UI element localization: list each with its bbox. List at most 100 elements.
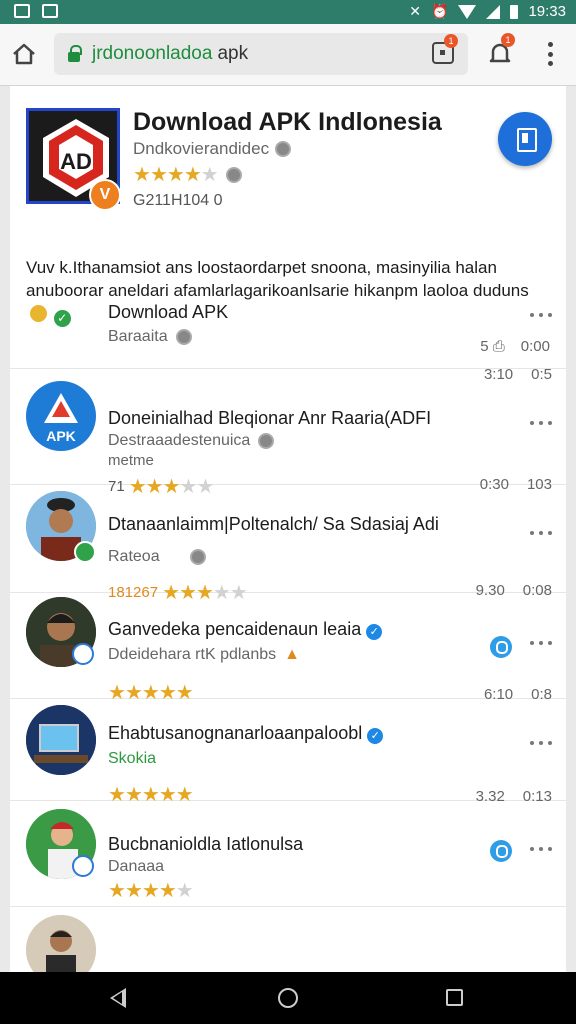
- verified-icon: ✓: [366, 624, 383, 640]
- tabs-button[interactable]: 1: [432, 34, 458, 64]
- item-subtitle: Ddeidehara rtK pdlanbs ▲: [108, 646, 300, 664]
- star-icon: ★: [124, 880, 143, 902]
- globe-icon: [258, 433, 275, 449]
- featured-app-card[interactable]: AD V Download APK Indlonesia Dndkovieran…: [10, 86, 566, 369]
- bookmark-button[interactable]: [498, 112, 552, 166]
- notifications-button[interactable]: 1: [487, 33, 515, 67]
- star-icon: ★: [183, 164, 202, 186]
- check-badge-icon: [72, 643, 94, 665]
- alarm-icon: ⏰: [431, 3, 449, 19]
- item-title: Ehabtusanognanarloaanpaloobl ✓: [108, 723, 384, 744]
- item-stats: 3.32 0:13: [476, 788, 552, 805]
- item-rating: ★★★★★: [108, 680, 194, 705]
- item-rating: 181267 ★★★★★: [108, 580, 248, 605]
- description-text: Vuv k.Ithanamsiot ans loostaordarpet sno…: [26, 258, 529, 300]
- star-icon: ★: [158, 880, 177, 902]
- recents-icon[interactable]: [446, 989, 463, 1006]
- share-icon[interactable]: ⎙: [493, 338, 505, 355]
- item-subtitle: Baraaita: [108, 328, 192, 346]
- rating-count: 71: [108, 478, 125, 495]
- item-subtitle-text: Rateoa: [108, 548, 160, 565]
- star-rating: ★★★★★: [133, 162, 219, 187]
- battery-icon: [510, 4, 519, 19]
- star-icon: ★: [145, 476, 164, 498]
- item-stat: 3.32: [475, 788, 505, 805]
- gallery-notification-icon: [42, 4, 58, 18]
- item-title-text: Ganvedeka pencaidenaun leaia: [108, 619, 362, 639]
- apk-logo-icon: APK: [28, 383, 94, 449]
- more-options-button[interactable]: [530, 846, 552, 852]
- computer-photo-icon: [26, 705, 96, 775]
- home-icon[interactable]: [10, 40, 38, 68]
- star-rating: ★★★★★: [108, 680, 194, 705]
- tab-dot-icon: [440, 50, 445, 55]
- list-item[interactable]: Bucbnanioldla Iatlonulsa Danaaa ★★★★★: [10, 834, 566, 972]
- star-icon: ★: [175, 682, 194, 704]
- item-subtitle: Rateoa: [108, 548, 206, 566]
- item-title: Doneinialhad Bleqionar Anr Raaria(ADFI: [108, 408, 432, 428]
- share-count-value: 5: [480, 338, 489, 355]
- chat-button[interactable]: [490, 636, 512, 658]
- star-empty-icon: ★: [179, 476, 198, 498]
- item-subtitle: Destraaadestenuica: [108, 432, 275, 450]
- more-options-button[interactable]: [530, 740, 552, 746]
- star-icon: ★: [195, 582, 214, 604]
- star-icon: ★: [141, 880, 160, 902]
- star-rating: ★★★★★: [162, 580, 248, 605]
- star-icon: ★: [158, 682, 177, 704]
- mute-icon: ✕: [409, 3, 422, 19]
- star-icon: ★: [166, 164, 185, 186]
- globe-icon: [225, 166, 242, 183]
- rating-count: 181267: [108, 584, 159, 601]
- star-icon: ★: [149, 164, 168, 186]
- item-title: Dtanaanlaimm|Poltenalch/ Sa Sdasiaj Adi: [108, 514, 439, 534]
- list-item[interactable]: Ganvedeka pencaidenaun leaia ✓ Ddeidehar…: [10, 619, 566, 801]
- item-stat: 6:10: [483, 686, 514, 703]
- app-meta: G211H104 0: [133, 192, 223, 209]
- tabs-badge: 1: [444, 34, 458, 48]
- overflow-menu-button[interactable]: [546, 42, 554, 66]
- star-icon: ★: [124, 682, 143, 704]
- more-options-button[interactable]: [530, 420, 552, 426]
- verified-icon: ✓: [367, 728, 384, 744]
- item-stats: 6:10 0:8: [484, 686, 552, 703]
- list-item[interactable]: Doneinialhad Bleqionar Anr Raaria(ADFI D…: [10, 408, 566, 593]
- item-stat: 0:5: [531, 366, 552, 383]
- star-icon: ★: [158, 784, 177, 806]
- more-options-button[interactable]: [530, 640, 552, 646]
- item-stat: 0:08: [522, 582, 552, 599]
- more-options-button[interactable]: [530, 312, 552, 318]
- hand-emoji-icon: ▲: [284, 646, 300, 663]
- star-icon: ★: [133, 164, 151, 186]
- app-description: Vuv k.Ithanamsiot ans loostaordarpet sno…: [26, 256, 546, 327]
- star-rating: ★★★★★: [129, 474, 215, 499]
- star-rating: ★★★★★: [108, 878, 194, 903]
- address-bar[interactable]: jrdonoonladoa apk: [54, 33, 468, 75]
- item-stats: 3:10 0:5: [484, 366, 552, 383]
- item-subtitle-2: metme: [108, 452, 154, 469]
- avatar: APK: [26, 381, 96, 451]
- avatar: [26, 705, 96, 775]
- app-developer: Dndkovierandidec: [133, 139, 292, 159]
- item-rating: 71 ★★★★★: [108, 474, 215, 499]
- more-options-button[interactable]: [530, 530, 552, 536]
- url-host: jrdonoonladoa: [92, 43, 213, 64]
- back-icon[interactable]: [110, 988, 126, 1008]
- home-circle-icon[interactable]: [278, 988, 298, 1008]
- star-empty-icon: ★: [212, 582, 231, 604]
- signal-icon: [486, 4, 501, 19]
- check-badge-icon: [72, 855, 94, 877]
- browser-toolbar: jrdonoonladoa apk 1 1: [0, 24, 576, 86]
- item-stat: 0:13: [522, 788, 552, 805]
- star-empty-icon: ★: [175, 880, 194, 902]
- star-icon: ★: [179, 582, 197, 604]
- item-stat: 0:8: [531, 686, 552, 703]
- app-rating: ★★★★★: [133, 162, 242, 187]
- share-count: 5 ⎙: [480, 338, 505, 355]
- globe-icon: [275, 141, 292, 157]
- item-rating: ★★★★★: [108, 878, 194, 903]
- check-icon: ✓: [53, 310, 71, 327]
- chat-button[interactable]: [490, 840, 512, 862]
- status-bar: ✕ ⏰ 19:33: [0, 0, 576, 24]
- url-path: apk: [217, 43, 249, 64]
